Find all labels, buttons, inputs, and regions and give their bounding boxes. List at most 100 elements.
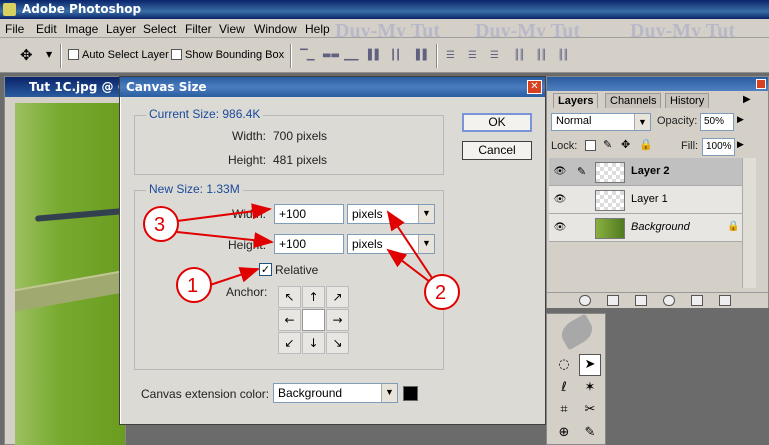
document-title-bar: Tut 1C.jpg @ 66 bbox=[5, 77, 134, 97]
auto-select-layer-checkbox[interactable] bbox=[68, 49, 79, 60]
chevron-down-icon[interactable]: ▼ bbox=[418, 205, 434, 223]
options-bar: ✥ ▼ Auto Select Layer Show Bounding Box … bbox=[0, 38, 769, 73]
layer-row[interactable]: 👁 ✎ Layer 2 bbox=[549, 158, 742, 186]
chevron-down-icon[interactable]: ▼ bbox=[381, 384, 397, 402]
close-icon[interactable]: ✕ bbox=[527, 80, 542, 94]
blend-mode-select[interactable]: Normal ▼ bbox=[551, 113, 651, 131]
lock-transparency-icon[interactable] bbox=[585, 140, 596, 151]
anchor-top-right[interactable]: ↗ bbox=[326, 286, 349, 308]
anchor-grid: ↖ ↑ ↗ ← → ↙ ↓ ↘ bbox=[278, 286, 350, 357]
eye-icon[interactable]: 👁 bbox=[553, 222, 567, 234]
close-icon[interactable] bbox=[756, 79, 766, 89]
extension-color-value: Background bbox=[278, 386, 343, 400]
cancel-button[interactable]: Cancel bbox=[462, 141, 532, 160]
width-input[interactable]: +100 bbox=[274, 204, 344, 224]
adjustment-layer-icon[interactable] bbox=[663, 295, 675, 306]
layers-scrollbar[interactable] bbox=[742, 158, 756, 288]
brush-tool-icon[interactable]: ✎ bbox=[579, 422, 601, 444]
canvas-size-dialog: Canvas Size ✕ Current Size: 986.4K Width… bbox=[119, 76, 546, 425]
layer-style-icon[interactable] bbox=[579, 295, 591, 306]
fill-input[interactable]: 100% bbox=[702, 138, 735, 156]
auto-select-layer-label: Auto Select Layer bbox=[82, 49, 169, 61]
eye-icon[interactable]: 👁 bbox=[553, 194, 567, 206]
lock-paint-icon[interactable]: ✎ bbox=[603, 138, 612, 151]
align-top-icon[interactable]: ▔▁ bbox=[300, 50, 316, 62]
magic-wand-tool-icon[interactable]: ✶ bbox=[579, 377, 601, 399]
menu-view[interactable]: View bbox=[219, 22, 245, 36]
anchor-top[interactable]: ↑ bbox=[302, 286, 325, 308]
relative-checkbox[interactable]: ✓ bbox=[259, 263, 272, 276]
layer-mask-icon[interactable] bbox=[607, 295, 619, 306]
distribute-bottom-icon[interactable]: ☰ bbox=[490, 50, 506, 62]
palette-menu-icon[interactable]: ▶ bbox=[743, 94, 751, 105]
marquee-tool-icon[interactable]: ◌ bbox=[553, 354, 575, 376]
dialog-title-bar: Canvas Size ✕ bbox=[120, 77, 545, 97]
height-unit-select[interactable]: pixels ▼ bbox=[347, 234, 435, 254]
extension-color-label: Canvas extension color: bbox=[141, 387, 270, 401]
align-left-icon[interactable]: ▌▌ bbox=[368, 50, 384, 62]
new-group-icon[interactable] bbox=[635, 295, 647, 306]
extension-color-swatch[interactable] bbox=[403, 386, 418, 401]
layer-row[interactable]: 👁 Background 🔒 bbox=[549, 214, 742, 242]
anchor-right[interactable]: → bbox=[326, 309, 349, 331]
layer-thumbnail bbox=[595, 162, 625, 183]
tab-history[interactable]: History bbox=[665, 93, 710, 108]
opacity-slider-icon[interactable]: ▶ bbox=[737, 115, 744, 125]
align-right-icon[interactable]: ▐▐ bbox=[412, 50, 428, 62]
chevron-down-icon[interactable]: ▼ bbox=[634, 114, 650, 130]
move-tool-icon[interactable]: ➤ bbox=[579, 354, 601, 376]
distribute-center-icon[interactable]: ☰ bbox=[468, 50, 484, 62]
menu-file[interactable]: File bbox=[5, 22, 24, 36]
menu-window[interactable]: Window bbox=[254, 22, 297, 36]
healing-brush-tool-icon[interactable]: ⊕ bbox=[553, 422, 575, 444]
opacity-label: Opacity: bbox=[657, 115, 698, 127]
width-unit-select[interactable]: pixels ▼ bbox=[347, 204, 435, 224]
tab-channels[interactable]: Channels bbox=[605, 93, 662, 108]
height-input[interactable]: +100 bbox=[274, 234, 344, 254]
anchor-bottom-right[interactable]: ↘ bbox=[326, 332, 349, 354]
align-vertical-center-icon[interactable]: ▬▬ bbox=[322, 50, 340, 62]
lasso-tool-icon[interactable]: ℓ bbox=[553, 377, 575, 399]
eye-icon[interactable]: 👁 bbox=[553, 166, 567, 178]
distribute-left-icon[interactable]: ║║ bbox=[514, 50, 530, 62]
distribute-hcenter-icon[interactable]: ║║ bbox=[536, 50, 552, 62]
layer-row[interactable]: 👁 Layer 1 bbox=[549, 186, 742, 214]
anchor-left[interactable]: ← bbox=[278, 309, 301, 331]
align-horizontal-center-icon[interactable]: ┃┃ bbox=[390, 50, 406, 62]
anchor-center[interactable] bbox=[302, 309, 325, 331]
move-tool-icon[interactable]: ✥ bbox=[20, 46, 33, 64]
document-canvas-image[interactable] bbox=[15, 103, 125, 445]
anchor-bottom[interactable]: ↓ bbox=[302, 332, 325, 354]
lock-all-icon[interactable]: 🔒 bbox=[639, 138, 653, 151]
menu-layer[interactable]: Layer bbox=[106, 22, 136, 36]
current-width-value: 700 pixels bbox=[273, 129, 328, 143]
palette-title-bar bbox=[547, 77, 768, 91]
photoshop-logo-icon bbox=[3, 3, 16, 16]
show-bounding-box-checkbox[interactable] bbox=[171, 49, 182, 60]
menu-filter[interactable]: Filter bbox=[185, 22, 212, 36]
ok-button[interactable]: OK bbox=[462, 113, 532, 132]
anchor-bottom-left[interactable]: ↙ bbox=[278, 332, 301, 354]
new-layer-icon[interactable] bbox=[691, 295, 703, 306]
tab-layers[interactable]: Layers bbox=[553, 93, 599, 108]
crop-tool-icon[interactable]: ⌗ bbox=[553, 399, 575, 421]
menu-help[interactable]: Help bbox=[305, 22, 330, 36]
opacity-input[interactable]: 50% bbox=[700, 113, 734, 131]
chevron-down-icon[interactable]: ▼ bbox=[46, 50, 52, 59]
chevron-down-icon[interactable]: ▼ bbox=[418, 235, 434, 253]
menu-edit[interactable]: Edit bbox=[36, 22, 57, 36]
show-bounding-box-label: Show Bounding Box bbox=[185, 49, 285, 61]
anchor-top-left[interactable]: ↖ bbox=[278, 286, 301, 308]
lock-move-icon[interactable]: ✥ bbox=[621, 138, 630, 151]
height-unit-value: pixels bbox=[352, 237, 383, 251]
menu-image[interactable]: Image bbox=[65, 22, 98, 36]
extension-color-select[interactable]: Background ▼ bbox=[273, 383, 398, 403]
trash-icon[interactable] bbox=[719, 295, 731, 306]
fill-slider-icon[interactable]: ▶ bbox=[737, 140, 744, 150]
slice-tool-icon[interactable]: ✂ bbox=[579, 399, 601, 421]
layer-name: Background bbox=[631, 221, 690, 233]
distribute-right-icon[interactable]: ║║ bbox=[558, 50, 574, 62]
menu-select[interactable]: Select bbox=[143, 22, 176, 36]
distribute-top-icon[interactable]: ☰ bbox=[446, 50, 462, 62]
align-bottom-icon[interactable]: ▁▁ bbox=[344, 50, 360, 62]
